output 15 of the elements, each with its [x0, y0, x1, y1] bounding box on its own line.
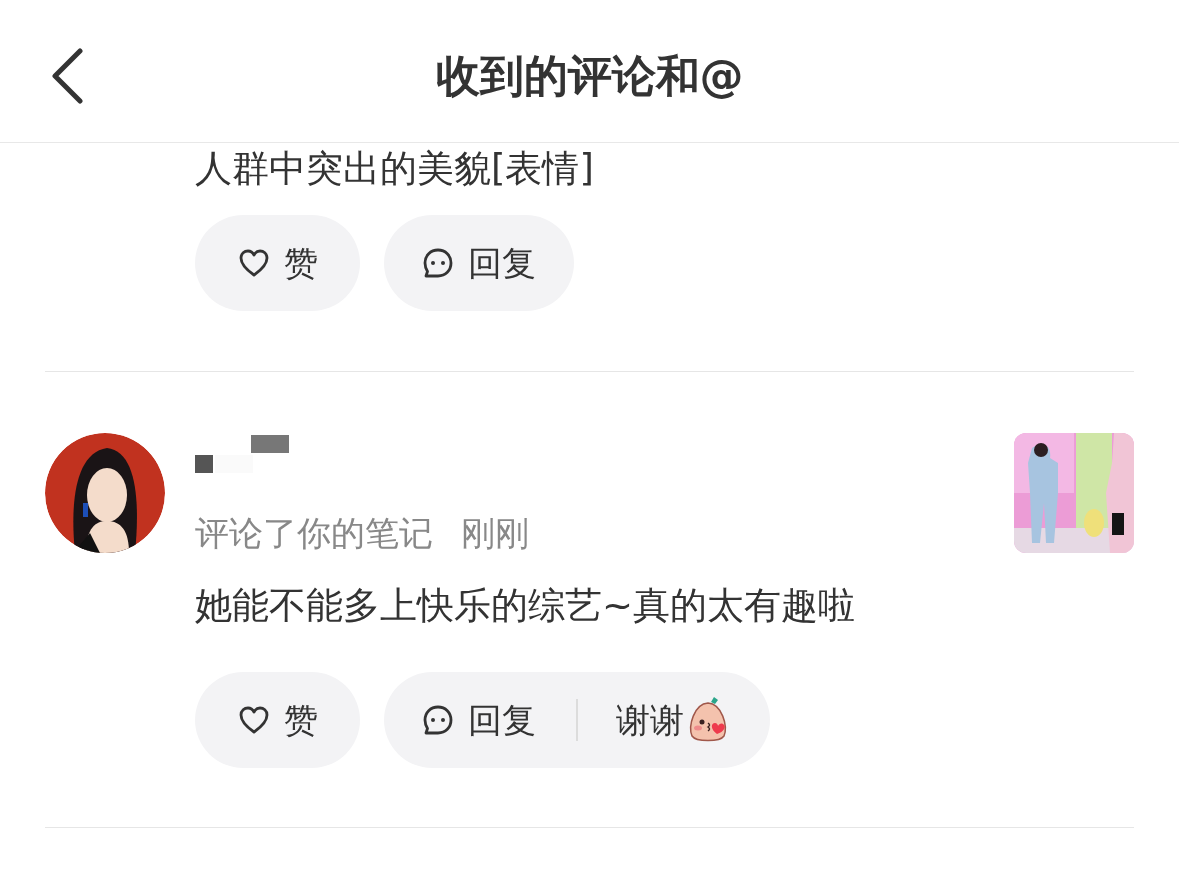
like-button[interactable]: 赞: [195, 215, 360, 311]
reply-button[interactable]: 回复: [384, 672, 576, 768]
comment-type: 评论了你的笔记: [195, 512, 433, 555]
thanks-button[interactable]: 谢谢: [578, 672, 770, 768]
comment-icon: [422, 704, 454, 736]
back-icon[interactable]: [50, 48, 84, 104]
timestamp: 刚刚: [461, 512, 529, 555]
heart-icon: [237, 248, 270, 278]
comment-text: 人群中突出的美貌[表情]: [195, 146, 595, 192]
heart-icon: [237, 705, 270, 735]
page-title: 收到的评论和@: [435, 49, 744, 103]
comment-text: 她能不能多上快乐的综艺~真的太有趣啦: [195, 583, 856, 629]
comment-icon: [422, 247, 454, 279]
reply-button[interactable]: 回复: [384, 215, 574, 311]
like-button[interactable]: 赞: [195, 672, 360, 768]
